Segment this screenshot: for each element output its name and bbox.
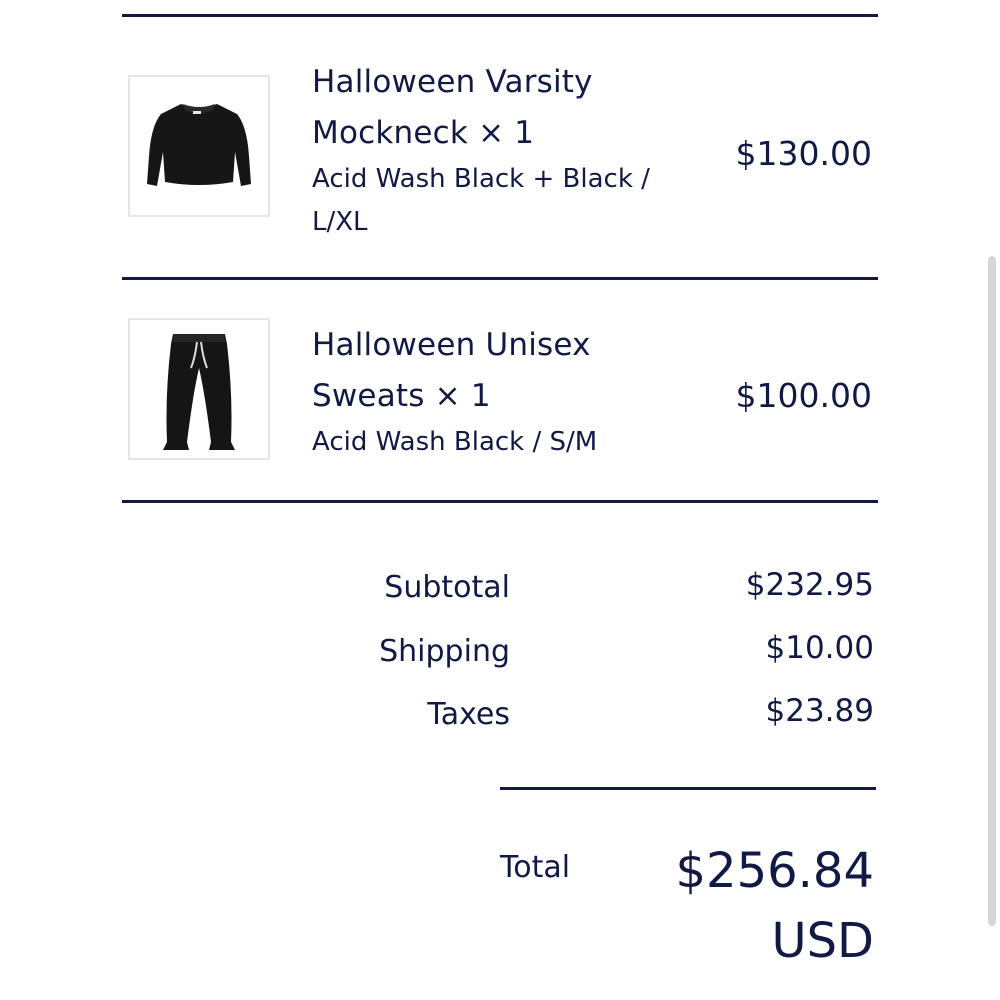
total-amount: $256.84 [675, 843, 875, 899]
taxes-label: Taxes [427, 697, 510, 732]
taxes-value: $23.89 [765, 693, 874, 729]
sweatpants-icon [163, 334, 235, 450]
subtotal-label: Subtotal [384, 570, 510, 605]
divider-total [500, 787, 876, 790]
item-thumbnail [128, 75, 270, 217]
item-price: $130.00 [735, 134, 872, 173]
item-title-line1: Halloween Unisex [312, 327, 591, 363]
order-summary: Halloween Varsity Mockneck × 1 Acid Wash… [0, 0, 1000, 1000]
total-currency: USD [771, 913, 874, 969]
item-title-line2: Sweats × 1 [312, 378, 491, 414]
item-variant-line2: L/XL [312, 207, 368, 237]
shipping-label: Shipping [379, 634, 510, 669]
scrollbar[interactable] [988, 256, 996, 926]
divider-items [122, 277, 878, 280]
item-variant-line1: Acid Wash Black + Black / [312, 164, 650, 194]
item-title-line2: Mockneck × 1 [312, 115, 535, 151]
sweatshirt-icon [147, 104, 251, 186]
divider-summary [122, 500, 878, 503]
item-price: $100.00 [735, 376, 872, 415]
item-title-line1: Halloween Varsity [312, 64, 593, 100]
subtotal-value: $232.95 [745, 567, 874, 603]
shipping-value: $10.00 [765, 630, 874, 666]
item-thumbnail [128, 318, 270, 460]
divider-top [122, 14, 878, 17]
item-variant-line1: Acid Wash Black / S/M [312, 427, 598, 457]
